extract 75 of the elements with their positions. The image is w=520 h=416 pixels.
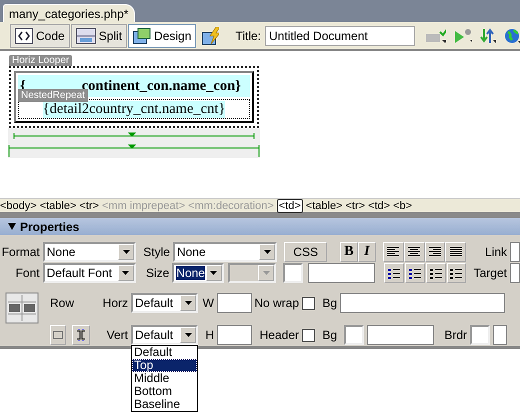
checkmark-icon[interactable] (425, 28, 446, 44)
title-field[interactable]: Untitled Document (265, 26, 416, 46)
collapse-triangle-icon[interactable] (8, 223, 16, 230)
align-right-icon[interactable] (424, 242, 446, 262)
bold-button[interactable]: B (340, 242, 358, 262)
tag-selector-item[interactable]: <table> (40, 200, 76, 212)
link-field[interactable] (510, 242, 520, 262)
font-label: Font (14, 266, 41, 280)
split-view-icon (76, 28, 96, 44)
bullet-list-icon[interactable] (384, 263, 404, 284)
size-label: Size (144, 266, 170, 280)
align-center-icon[interactable] (404, 242, 425, 262)
brackets-icon (15, 28, 33, 44)
looper-label: Horiz Looper (9, 55, 72, 66)
select-field[interactable]: Default Font (42, 263, 136, 284)
header-label: Header (258, 328, 300, 342)
numbered-list-icon[interactable] (404, 263, 425, 284)
select-field[interactable]: Default (131, 293, 198, 313)
align-left-icon[interactable] (382, 242, 404, 262)
indent-icon[interactable] (446, 263, 466, 284)
table-cells-icon (5, 292, 40, 324)
tag-selector-item[interactable]: <b> (393, 200, 412, 212)
w-label: W (202, 296, 215, 310)
bg-color-field[interactable] (367, 325, 434, 345)
lightning-icon[interactable] (202, 26, 220, 44)
no-wrap-label: No wrap (253, 296, 300, 310)
view-button[interactable]: Code (10, 24, 70, 48)
nested-repeat-label: NestedRepeat (18, 89, 88, 102)
color-field[interactable] (308, 263, 376, 284)
tag-selector-item[interactable]: <body> (0, 200, 37, 212)
title-label: Title: (235, 28, 262, 42)
checkbox[interactable] (302, 296, 315, 310)
detail-text: {detail2country_cnt.name_cnt} (42, 100, 226, 118)
row-label: Row (50, 296, 76, 310)
tag-selector-item[interactable]: <tr> (79, 200, 99, 212)
h-label: H (204, 328, 215, 342)
align-justify-icon[interactable] (445, 242, 466, 262)
arrows-icon[interactable] (480, 28, 496, 44)
merge-cells-icon[interactable] (50, 325, 66, 345)
tag-selector-item[interactable]: <table> (306, 200, 342, 212)
globe-icon[interactable] (504, 28, 520, 44)
color-swatch[interactable] (344, 325, 364, 345)
border-color-field[interactable] (493, 325, 507, 345)
dropdown-option[interactable]: Top (132, 359, 197, 372)
split-cell-icon[interactable] (72, 325, 90, 345)
tag-selector-item[interactable]: <td> (276, 198, 303, 212)
css-button[interactable]: CSS (284, 242, 328, 262)
link-label: Link (484, 244, 508, 259)
bg-field[interactable] (340, 293, 505, 313)
select-field[interactable]: None (172, 242, 278, 262)
tag-selector-item[interactable]: <td> (368, 200, 390, 212)
window-icon (133, 28, 152, 44)
bg-label: Bg (321, 296, 338, 310)
height-field[interactable] (217, 325, 252, 345)
italic-button[interactable]: I (358, 242, 376, 262)
width-field[interactable] (217, 293, 252, 313)
horz-label: Horz (102, 296, 129, 310)
vert-label: Vert (106, 328, 129, 342)
color-swatch[interactable] (283, 263, 304, 284)
select-field[interactable]: None (172, 263, 224, 284)
border-label: Brdr (443, 328, 468, 342)
bg-label: Bg (321, 328, 338, 342)
view-button[interactable]: Split (70, 24, 128, 48)
tag-selector-item[interactable]: <tr> (345, 200, 366, 212)
format-label: Format (0, 244, 41, 259)
document-tab[interactable]: many_categories.php* (3, 4, 136, 22)
target-field[interactable] (510, 263, 520, 284)
select-field[interactable]: None (42, 242, 136, 262)
color-swatch[interactable] (470, 325, 490, 345)
view-button[interactable]: Design (128, 24, 196, 48)
style-label: Style (142, 244, 171, 259)
properties-header[interactable]: Properties (0, 218, 520, 235)
target-label: Target (472, 266, 508, 280)
outdent-icon[interactable] (426, 263, 446, 284)
checkbox[interactable] (302, 328, 315, 342)
